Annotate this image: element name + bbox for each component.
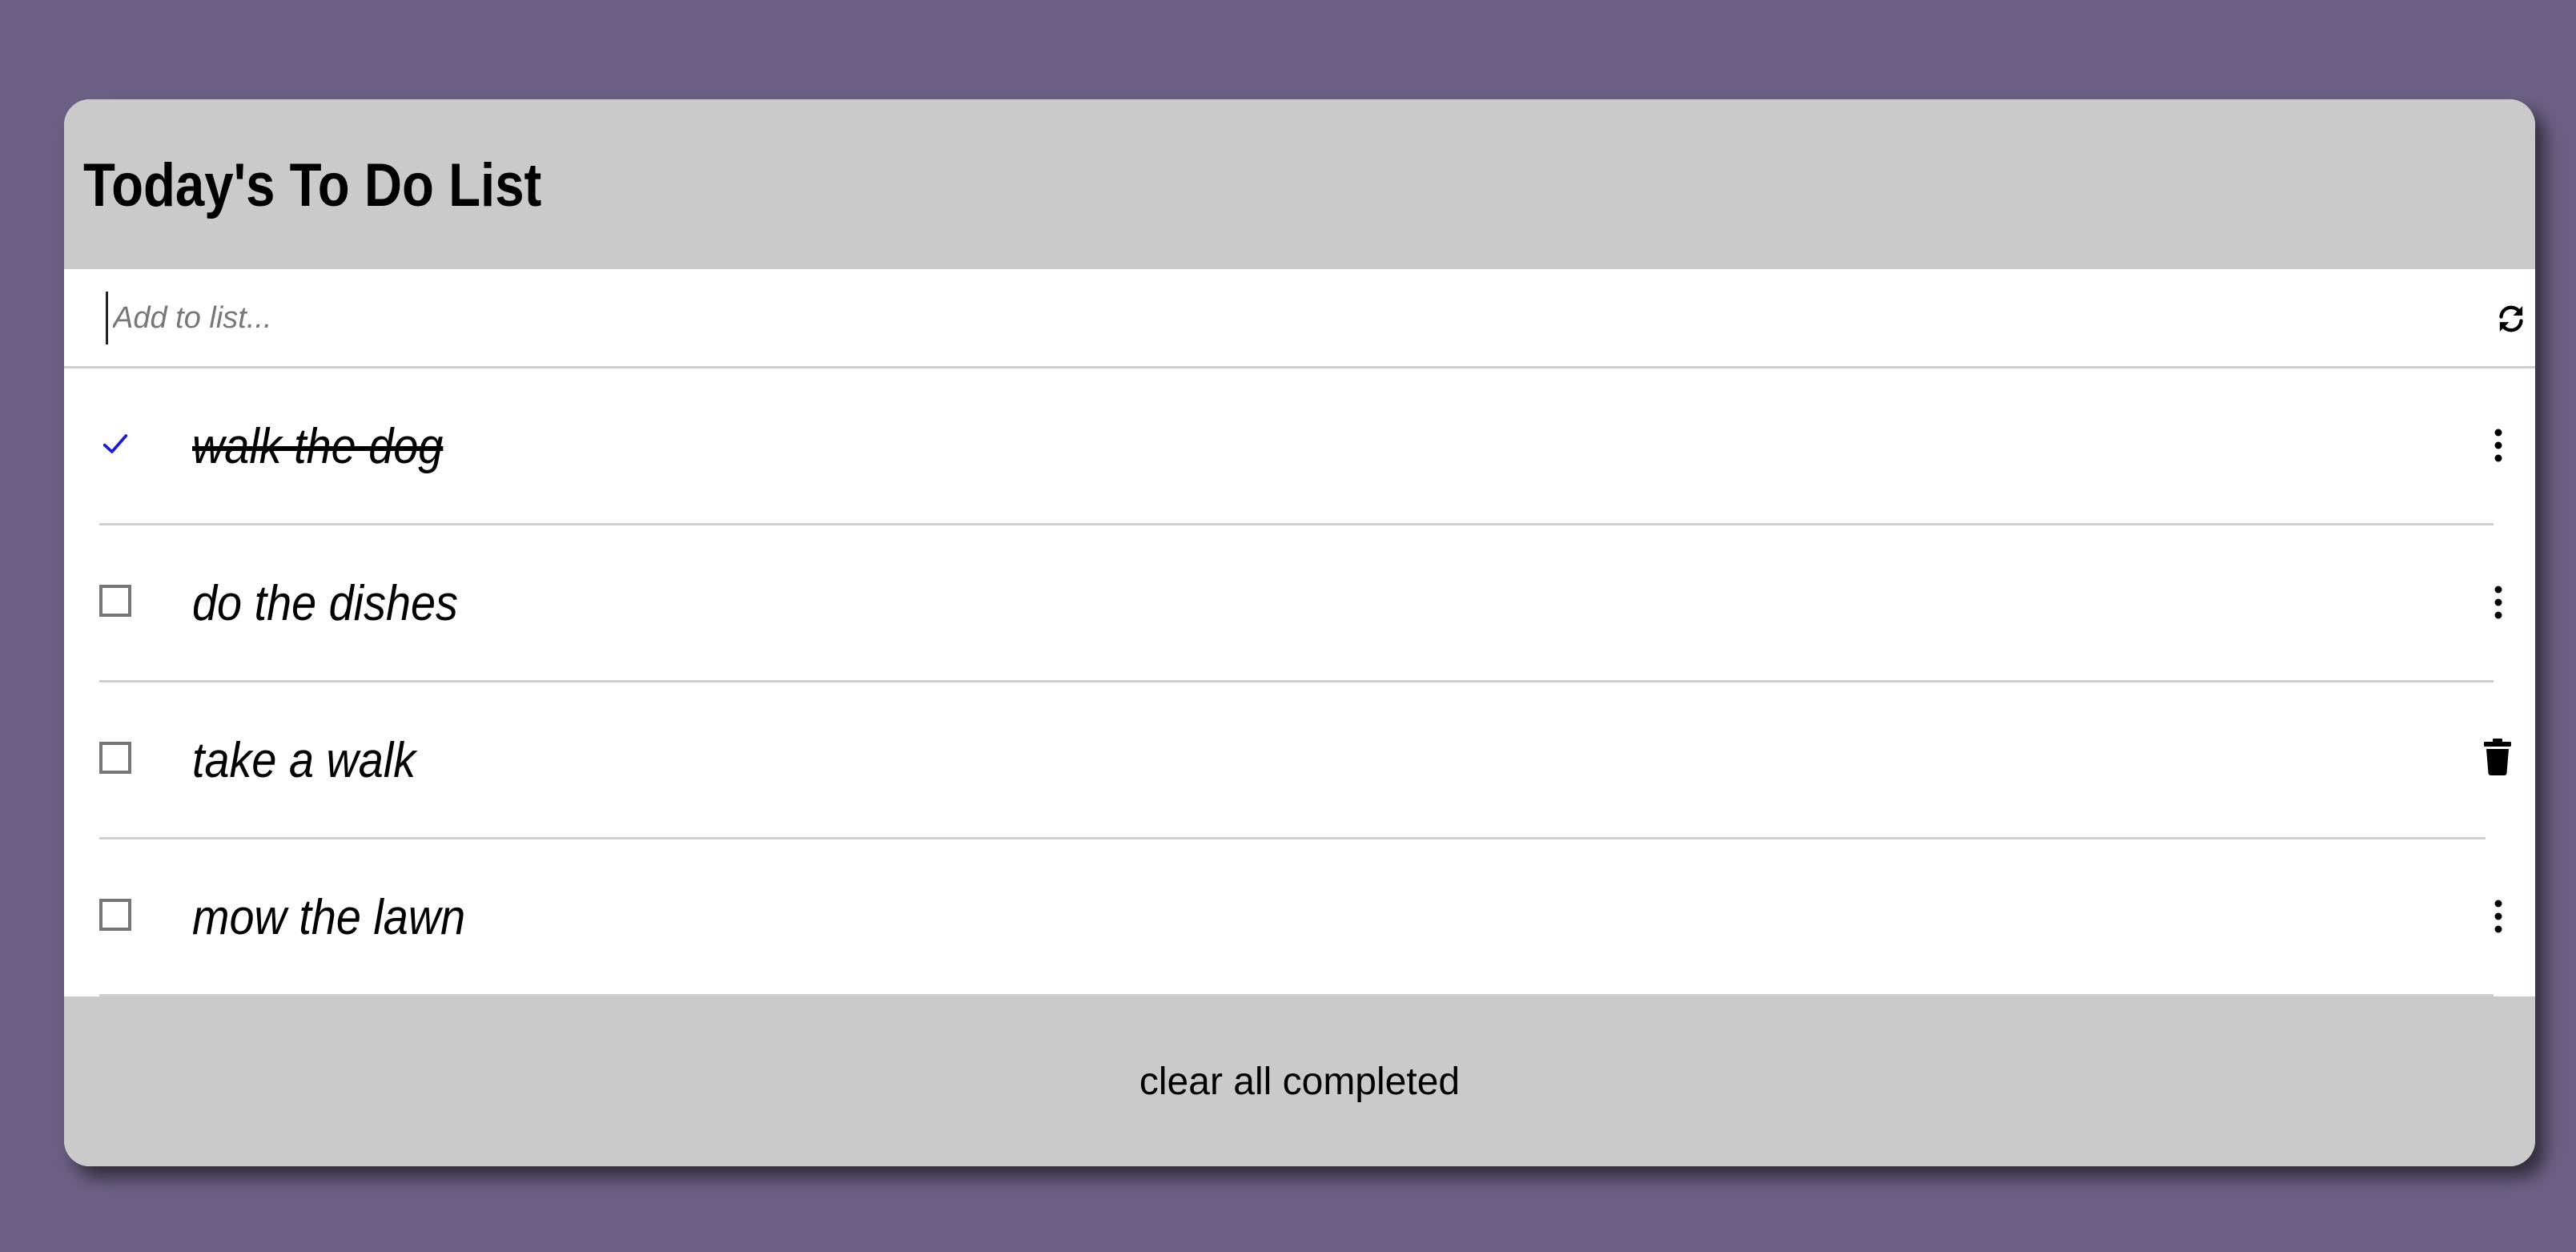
checkmark-icon[interactable]: [99, 428, 131, 460]
more-vertical-icon[interactable]: [2492, 428, 2505, 463]
checkbox[interactable]: [99, 742, 131, 774]
more-vertical-icon[interactable]: [2492, 585, 2505, 620]
checkbox[interactable]: [99, 585, 131, 617]
list-item: mow the lawn: [64, 839, 2535, 996]
list-item: take a walk: [64, 682, 2535, 839]
trash-icon[interactable]: [2484, 739, 2511, 775]
header: Today's To Do List: [64, 99, 2535, 269]
item-label: do the dishes: [192, 576, 458, 631]
footer: clear all completed: [64, 996, 2535, 1166]
checkbox[interactable]: [99, 899, 131, 931]
add-item-row: [64, 269, 2535, 368]
todo-list: walk the dog do the dishes take a walk m…: [64, 368, 2535, 996]
more-vertical-icon[interactable]: [2492, 899, 2505, 934]
item-label: take a walk: [192, 733, 416, 788]
todo-card: Today's To Do List walk the dog: [64, 99, 2535, 1166]
add-item-input[interactable]: [106, 292, 2428, 344]
list-item: walk the dog: [64, 368, 2535, 525]
refresh-icon[interactable]: [2495, 303, 2527, 335]
item-label: mow the lawn: [192, 890, 466, 945]
page-title: Today's To Do List: [83, 151, 542, 219]
list-item: do the dishes: [64, 525, 2535, 682]
clear-completed-button[interactable]: clear all completed: [64, 996, 2535, 1166]
item-label: walk the dog: [192, 419, 444, 474]
